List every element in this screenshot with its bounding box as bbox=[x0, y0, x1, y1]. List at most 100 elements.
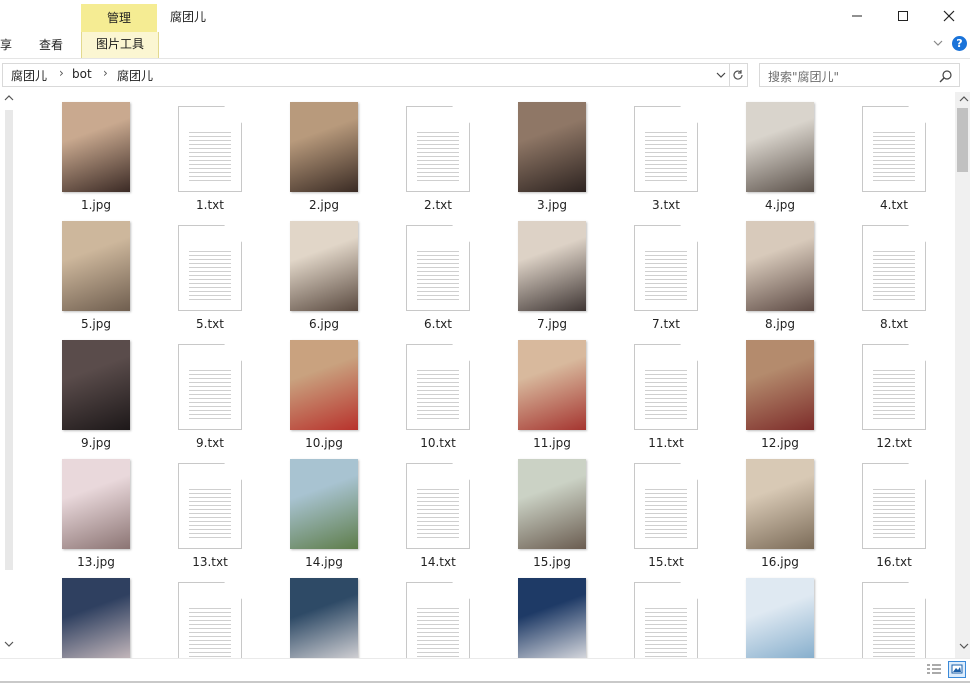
image-file-item[interactable]: 14.jpg bbox=[267, 449, 381, 569]
file-name: 4.txt bbox=[880, 198, 908, 212]
file-name: 13.jpg bbox=[77, 555, 115, 569]
text-file-item[interactable]: 12.txt bbox=[837, 330, 951, 450]
image-thumbnail bbox=[290, 459, 358, 549]
breadcrumb-bot[interactable]: bot bbox=[72, 67, 92, 81]
file-name: 3.txt bbox=[652, 198, 680, 212]
file-name: 6.txt bbox=[424, 317, 452, 331]
chevron-down-icon[interactable] bbox=[933, 37, 943, 50]
address-bar[interactable]: 腐团儿 › bot › 腐团儿 bbox=[2, 63, 730, 87]
file-name: 14.txt bbox=[420, 555, 456, 569]
text-file-item[interactable]: 18.txt bbox=[381, 568, 495, 658]
breadcrumb-separator[interactable]: › bbox=[103, 66, 108, 80]
vertical-scrollbar[interactable] bbox=[955, 92, 970, 658]
file-name: 16.txt bbox=[876, 555, 912, 569]
image-file-item[interactable]: 17.jpg bbox=[39, 568, 153, 658]
text-file-item[interactable]: 1.txt bbox=[153, 92, 267, 212]
text-document-icon bbox=[178, 582, 242, 658]
text-file-item[interactable]: 15.txt bbox=[609, 449, 723, 569]
image-file-item[interactable]: 7.jpg bbox=[495, 211, 609, 331]
scroll-up-icon[interactable] bbox=[4, 94, 14, 105]
close-icon[interactable] bbox=[926, 0, 970, 31]
image-file-item[interactable]: 2.jpg bbox=[267, 92, 381, 212]
refresh-icon[interactable] bbox=[729, 63, 748, 87]
image-thumbnail bbox=[518, 102, 586, 192]
image-file-item[interactable]: 19.jpg bbox=[495, 568, 609, 658]
search-placeholder: 搜索"腐团儿" bbox=[768, 70, 840, 84]
file-name: 14.jpg bbox=[305, 555, 343, 569]
text-file-item[interactable]: 6.txt bbox=[381, 211, 495, 331]
nav-scrollbar[interactable] bbox=[5, 110, 13, 570]
breadcrumb-separator[interactable]: › bbox=[59, 66, 64, 80]
text-file-item[interactable]: 2.txt bbox=[381, 92, 495, 212]
text-document-icon bbox=[862, 582, 926, 658]
text-file-item[interactable]: 10.txt bbox=[381, 330, 495, 450]
details-view-icon[interactable] bbox=[926, 662, 942, 676]
text-file-item[interactable]: 7.txt bbox=[609, 211, 723, 331]
text-file-item[interactable]: 13.txt bbox=[153, 449, 267, 569]
file-name: 6.jpg bbox=[308, 317, 340, 331]
breadcrumb-root[interactable]: 腐团儿 bbox=[11, 67, 47, 84]
breadcrumb-current[interactable]: 腐团儿 bbox=[117, 67, 153, 84]
scroll-down-icon[interactable] bbox=[4, 640, 14, 651]
text-file-item[interactable]: 3.txt bbox=[609, 92, 723, 212]
text-document-icon bbox=[178, 344, 242, 430]
text-file-item[interactable]: 17.txt bbox=[153, 568, 267, 658]
image-file-item[interactable]: 16.jpg bbox=[723, 449, 837, 569]
image-thumbnail bbox=[290, 578, 358, 658]
text-document-icon bbox=[406, 225, 470, 311]
image-thumbnail bbox=[518, 459, 586, 549]
file-name: 2.jpg bbox=[308, 198, 340, 212]
image-file-item[interactable]: 20.jpg bbox=[723, 568, 837, 658]
text-file-item[interactable]: 4.txt bbox=[837, 92, 951, 212]
scrollbar-thumb[interactable] bbox=[957, 108, 968, 172]
file-name: 10.jpg bbox=[305, 436, 343, 450]
image-thumbnail bbox=[62, 459, 130, 549]
image-file-item[interactable]: 15.jpg bbox=[495, 449, 609, 569]
image-file-item[interactable]: 6.jpg bbox=[267, 211, 381, 331]
image-file-item[interactable]: 3.jpg bbox=[495, 92, 609, 212]
text-file-item[interactable]: 8.txt bbox=[837, 211, 951, 331]
text-document-icon bbox=[634, 225, 698, 311]
image-thumbnail bbox=[518, 221, 586, 311]
tab-view[interactable]: 查看 bbox=[39, 36, 63, 53]
text-file-item[interactable]: 16.txt bbox=[837, 449, 951, 569]
image-thumbnail bbox=[746, 340, 814, 430]
scroll-down-icon[interactable] bbox=[959, 642, 969, 653]
image-file-item[interactable]: 5.jpg bbox=[39, 211, 153, 331]
text-file-item[interactable]: 14.txt bbox=[381, 449, 495, 569]
text-document-icon bbox=[178, 463, 242, 549]
maximize-icon[interactable] bbox=[880, 0, 926, 31]
search-input[interactable]: 搜索"腐团儿" bbox=[759, 63, 960, 87]
image-file-item[interactable]: 1.jpg bbox=[39, 92, 153, 212]
text-file-item[interactable]: 5.txt bbox=[153, 211, 267, 331]
tab-share[interactable]: 享 bbox=[0, 36, 12, 53]
minimize-icon[interactable] bbox=[834, 0, 880, 31]
chevron-down-icon[interactable] bbox=[716, 68, 726, 85]
image-file-item[interactable]: 4.jpg bbox=[723, 92, 837, 212]
text-file-item[interactable]: 20.txt bbox=[837, 568, 951, 658]
text-file-item[interactable]: 11.txt bbox=[609, 330, 723, 450]
large-icons-view-icon[interactable] bbox=[948, 661, 966, 678]
help-icon[interactable]: ? bbox=[952, 36, 967, 51]
image-file-item[interactable]: 9.jpg bbox=[39, 330, 153, 450]
image-file-item[interactable]: 13.jpg bbox=[39, 449, 153, 569]
image-file-item[interactable]: 18.jpg bbox=[267, 568, 381, 658]
image-thumbnail bbox=[518, 578, 586, 658]
search-icon[interactable] bbox=[939, 66, 953, 87]
text-document-icon bbox=[862, 225, 926, 311]
text-file-item[interactable]: 19.txt bbox=[609, 568, 723, 658]
file-name: 12.jpg bbox=[761, 436, 799, 450]
tab-manage[interactable]: 管理 bbox=[81, 4, 157, 32]
image-file-item[interactable]: 10.jpg bbox=[267, 330, 381, 450]
image-file-item[interactable]: 12.jpg bbox=[723, 330, 837, 450]
file-name: 12.txt bbox=[876, 436, 912, 450]
image-thumbnail bbox=[62, 102, 130, 192]
text-file-item[interactable]: 9.txt bbox=[153, 330, 267, 450]
image-file-item[interactable]: 8.jpg bbox=[723, 211, 837, 331]
image-file-item[interactable]: 11.jpg bbox=[495, 330, 609, 450]
text-document-icon bbox=[634, 582, 698, 658]
text-document-icon bbox=[634, 463, 698, 549]
scroll-up-icon[interactable] bbox=[959, 95, 969, 106]
tab-picture-tools[interactable]: 图片工具 bbox=[81, 32, 159, 58]
image-thumbnail bbox=[62, 578, 130, 658]
